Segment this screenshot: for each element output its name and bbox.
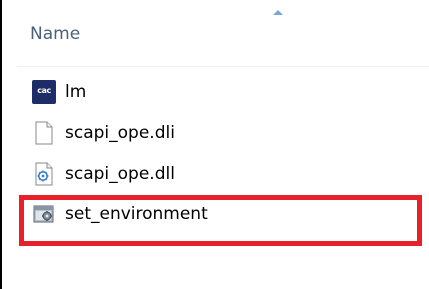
file-explorer-pane: Name cac lm scapi_ope.dli scapi_ope.dll … [0, 0, 429, 289]
name-column-header[interactable]: Name [30, 22, 80, 46]
file-name-lm: lm [65, 82, 87, 102]
file-name-scapi-ope-dli: scapi_ope.dli [65, 123, 175, 143]
pane-left-border [0, 0, 2, 289]
file-row-scapi-ope-dll[interactable]: scapi_ope.dll [32, 158, 175, 190]
file-name-scapi-ope-dll: scapi_ope.dll [65, 164, 175, 184]
highlight-box [19, 195, 422, 246]
file-row-lm[interactable]: cac lm [32, 76, 86, 108]
application-icon-text: cac [37, 86, 51, 95]
sort-ascending-icon[interactable] [273, 10, 283, 15]
header-divider [17, 66, 429, 67]
file-row-scapi-ope-dli[interactable]: scapi_ope.dli [32, 117, 175, 149]
application-icon: cac [32, 80, 56, 104]
blank-file-icon [32, 121, 56, 145]
dll-settings-file-icon [32, 162, 56, 186]
